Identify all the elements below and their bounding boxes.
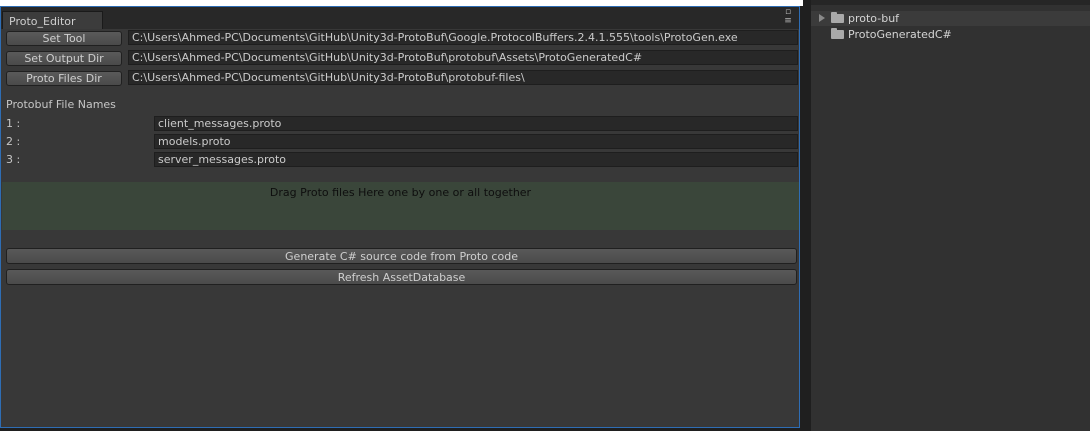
- section-title: Protobuf File Names: [6, 98, 116, 111]
- proto-files-dir-field[interactable]: C:\Users\Ahmed-PC\Documents\GitHub\Unity…: [128, 70, 798, 85]
- tree-item-proto-buf[interactable]: proto-buf: [811, 11, 1090, 26]
- file-name-field[interactable]: server_messages.proto: [154, 152, 798, 167]
- proto-files-dir-button[interactable]: Proto Files Dir: [6, 71, 122, 86]
- tree-item-label: ProtoGeneratedC#: [848, 28, 952, 41]
- project-panel: proto-buf ProtoGeneratedC#: [811, 0, 1090, 431]
- set-output-dir-button[interactable]: Set Output Dir: [6, 51, 122, 66]
- file-name-field[interactable]: models.proto: [154, 134, 798, 149]
- folder-icon: [831, 12, 844, 23]
- tool-path-field[interactable]: C:\Users\Ahmed-PC\Documents\GitHub\Unity…: [128, 30, 798, 45]
- folder-icon: [831, 28, 844, 39]
- tree-item-label: proto-buf: [848, 12, 900, 25]
- file-index: 2 :: [6, 135, 21, 148]
- tree-item-protogeneratedcsharp[interactable]: ProtoGeneratedC#: [811, 27, 1090, 42]
- proto-drop-zone[interactable]: Drag Proto files Here one by one or all …: [2, 182, 799, 230]
- generate-csharp-button[interactable]: Generate C# source code from Proto code: [6, 248, 797, 264]
- output-dir-field[interactable]: C:\Users\Ahmed-PC\Documents\GitHub\Unity…: [128, 50, 798, 65]
- proto-editor-window: Proto_Editor ▫ ≡ Set Tool C:\Users\Ahmed-…: [0, 6, 800, 428]
- tab-options-menu-icon[interactable]: ▫ ≡: [781, 8, 795, 26]
- project-panel-header: [811, 0, 1090, 5]
- tab-proto-editor[interactable]: Proto_Editor: [2, 11, 103, 29]
- set-tool-button[interactable]: Set Tool: [6, 31, 122, 46]
- file-index: 3 :: [6, 153, 21, 166]
- tab-bar: Proto_Editor ▫ ≡: [1, 7, 799, 29]
- file-name-field[interactable]: client_messages.proto: [154, 116, 798, 131]
- drop-zone-label: Drag Proto files Here one by one or all …: [269, 186, 532, 199]
- file-index: 1 :: [6, 117, 21, 130]
- refresh-assetdatabase-button[interactable]: Refresh AssetDatabase: [6, 269, 797, 285]
- expand-arrow-icon[interactable]: [819, 14, 825, 22]
